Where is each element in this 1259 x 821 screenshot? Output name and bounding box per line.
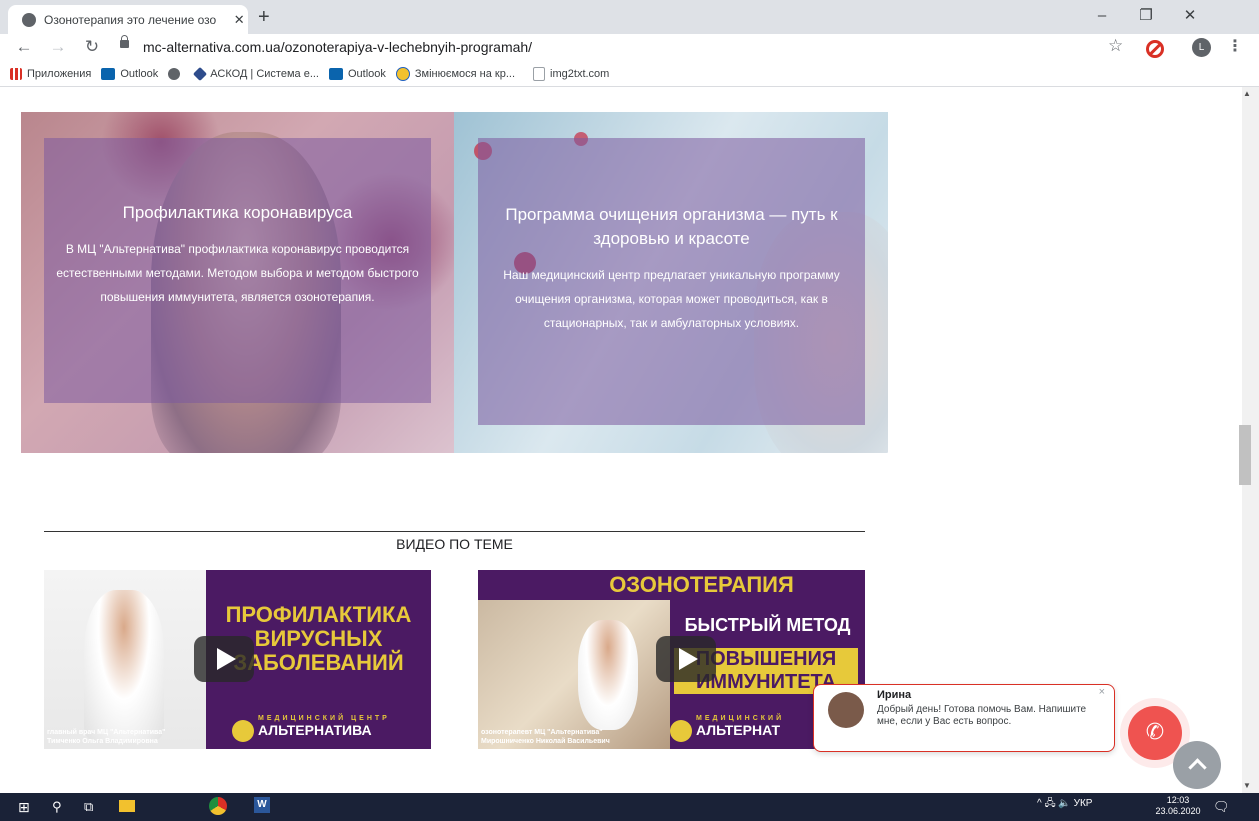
back-arrow-icon[interactable]: ←: [12, 36, 36, 58]
panel-title: Программа очищения организма — путь к зд…: [505, 205, 838, 248]
menu-kebab-icon[interactable]: ⋮: [1227, 36, 1243, 56]
scroll-to-top-button[interactable]: [1173, 741, 1221, 789]
globe-icon: [168, 68, 181, 80]
bookmarks-bar: Приложения Outlook АСКОД | Система е... …: [0, 62, 1259, 87]
video-caption: озонотерапевт МЦ "Альтернатива": [481, 729, 603, 736]
outlook-icon: [101, 68, 116, 80]
chat-message: Добрый день! Готова помочь Вам. Напишите…: [877, 704, 1087, 727]
operator-name: Ирина: [877, 689, 912, 701]
scrollbar-thumb[interactable]: [1239, 425, 1251, 485]
windows-start-icon[interactable]: ⊞: [18, 798, 30, 816]
video-thumbnail-prevention[interactable]: ПРОФИЛАКТИКА ВИРУСНЫХ ЗАБОЛЕВАНИЙ МЕДИЦИ…: [44, 570, 431, 749]
play-button[interactable]: [656, 636, 716, 682]
video-caption: Мирошниченко Николай Васильевич: [481, 738, 610, 745]
bookmark-apps[interactable]: Приложения: [10, 68, 91, 80]
taskbar-clock[interactable]: 12:03 23.06.2020: [1153, 795, 1203, 817]
scroll-down-arrow-icon[interactable]: ▼: [1243, 781, 1251, 790]
word-icon[interactable]: W: [254, 797, 270, 813]
chrome-icon[interactable]: [209, 797, 227, 815]
bookmark-img2txt[interactable]: img2txt.com: [533, 67, 609, 81]
panel-text: Наш медицинский центр предлагает уникаль…: [503, 268, 840, 330]
scroll-up-arrow-icon[interactable]: ▲: [1243, 89, 1251, 98]
panel-overlay: Профилактика коронавируса В МЦ "Альтерна…: [44, 138, 431, 403]
operator-avatar: [828, 692, 864, 728]
system-tray[interactable]: ^ 🖧 🔈 УКР: [1037, 796, 1092, 813]
bookmark-star-icon[interactable]: ☆: [1108, 36, 1123, 56]
adblock-extension-icon[interactable]: [1146, 40, 1164, 58]
video-caption: Тимченко Ольга Владимировна: [47, 738, 158, 745]
bookmark-outlook-2[interactable]: Outlook: [328, 68, 386, 80]
globe-icon: [22, 12, 36, 27]
maximize-button[interactable]: ❐: [1124, 4, 1168, 28]
logo-flower-icon: [232, 720, 254, 742]
task-view-icon[interactable]: ⧉: [84, 798, 93, 816]
file-explorer-icon[interactable]: [119, 800, 135, 812]
section-divider: [44, 531, 865, 532]
bookmark-outlook-1[interactable]: Outlook: [101, 68, 158, 80]
tab-close-icon[interactable]: ✕: [230, 12, 248, 28]
minimize-button[interactable]: –: [1080, 4, 1124, 28]
logo-flower-icon: [670, 720, 692, 742]
video-section-title: ВИДЕО ПО ТЕМЕ: [396, 536, 513, 552]
tab-title: Озонотерапия это лечение озо: [44, 12, 217, 27]
bookmark-globe[interactable]: [168, 68, 185, 80]
coronavirus-prevention-panel[interactable]: Профилактика коронавируса В МЦ "Альтерна…: [21, 112, 454, 453]
reload-icon[interactable]: ↻: [80, 36, 104, 58]
clock-time: 12:03: [1166, 795, 1190, 805]
new-tab-button[interactable]: +: [258, 6, 270, 28]
document-icon: [533, 67, 546, 81]
bookmark-askod[interactable]: АСКОД | Система е...: [193, 66, 319, 82]
video-caption: главный врач МЦ "Альтернатива": [47, 729, 166, 736]
video-headline-2: БЫСТРЫЙ МЕТОД: [684, 615, 851, 635]
body-cleansing-panel[interactable]: Программа очищения организма — путь к зд…: [454, 112, 888, 453]
lock-icon[interactable]: [120, 35, 129, 48]
doctor-figure: [84, 590, 164, 740]
ukraine-emblem-icon: [395, 67, 410, 81]
panel-overlay: Программа очищения организма — путь к зд…: [478, 138, 865, 425]
clinic-photo: [478, 600, 670, 749]
notifications-icon[interactable]: 🗨: [1213, 798, 1230, 816]
callback-phone-button[interactable]: [1128, 706, 1182, 760]
outlook-icon: [328, 68, 343, 80]
chat-close-icon[interactable]: ×: [1099, 686, 1105, 698]
doctor-photo: [44, 570, 206, 749]
panel-title: Профилактика коронавируса: [122, 203, 353, 222]
video-headline-1: ПРОФИЛАКТИКА: [225, 602, 412, 627]
doctor-figure: [578, 620, 638, 730]
askod-icon: [193, 66, 208, 82]
video-thumbnail-ozonotherapy[interactable]: ОЗОНОТЕРАПИЯ БЫСТРЫЙ МЕТОД ПОВЫШЕНИЯ ИММ…: [478, 570, 865, 749]
forward-arrow-icon[interactable]: →: [46, 36, 70, 58]
address-bar[interactable]: mc-alternativa.com.ua/ozonoterapiya-v-le…: [143, 38, 532, 56]
apps-grid-icon: [10, 68, 22, 80]
search-icon[interactable]: ⚲: [52, 798, 62, 816]
brand-logo: МЕДИЦИНСКИЙ ЦЕНТР АЛЬТЕРНАТИВА: [258, 715, 390, 738]
bookmark-zminyuemosya[interactable]: Змінюємося на кр...: [395, 67, 515, 81]
browser-tab[interactable]: Озонотерапия это лечение озо ✕: [8, 5, 248, 34]
clock-date: 23.06.2020: [1155, 806, 1201, 816]
profile-avatar[interactable]: L: [1192, 38, 1211, 57]
chat-popup[interactable]: Ирина Добрый день! Готова помочь Вам. На…: [813, 684, 1115, 752]
brand-logo: МЕДИЦИНСКИЙ АЛЬТЕРНАТ: [696, 715, 785, 738]
close-window-button[interactable]: ✕: [1168, 4, 1212, 28]
play-button[interactable]: [194, 636, 254, 682]
video-headline-1: ОЗОНОТЕРАПИЯ: [609, 572, 794, 597]
panel-text: В МЦ "Альтернатива" профилактика коронав…: [56, 242, 419, 304]
